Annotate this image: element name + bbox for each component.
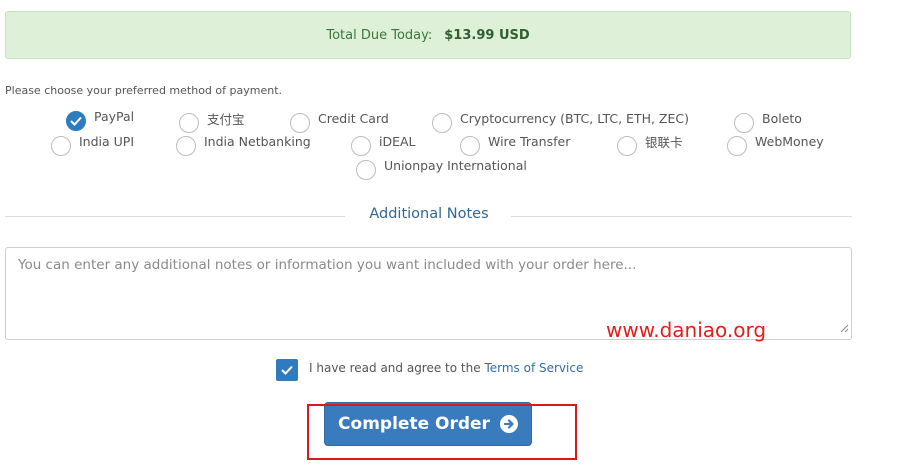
tos-checkbox[interactable]: [276, 359, 298, 381]
resize-grip-icon[interactable]: [839, 321, 849, 337]
payment-option-label: India UPI: [79, 133, 135, 149]
payment-option-alipay[interactable]: 支付宝: [179, 112, 245, 133]
notes-placeholder: You can enter any additional notes or in…: [18, 257, 637, 273]
radio-unchecked-icon: [51, 136, 71, 156]
radio-unchecked-icon: [727, 136, 747, 156]
payment-option-cryptocurrency[interactable]: Cryptocurrency (BTC, LTC, ETH, ZEC): [432, 110, 689, 133]
radio-unchecked-icon: [460, 136, 480, 156]
radio-checked-icon: [66, 111, 86, 131]
radio-unchecked-icon: [617, 136, 637, 156]
total-due-label: Total Due Today:: [326, 27, 433, 43]
payment-option-wire-transfer[interactable]: Wire Transfer: [460, 133, 571, 156]
payment-option-ideal[interactable]: iDEAL: [351, 133, 416, 156]
radio-unchecked-icon: [179, 113, 199, 133]
radio-unchecked-icon: [290, 113, 310, 133]
payment-option-label: 银联卡: [645, 134, 683, 150]
payment-option-india-upi[interactable]: India UPI: [51, 133, 135, 156]
radio-unchecked-icon: [176, 136, 196, 156]
payment-option-boleto[interactable]: Boleto: [734, 110, 802, 133]
additional-notes-title: Additional Notes: [369, 206, 489, 222]
radio-unchecked-icon: [734, 113, 754, 133]
payment-option-unionpay-card[interactable]: 银联卡: [617, 135, 683, 156]
payment-option-label: WebMoney: [755, 133, 824, 149]
tos-agreement: I have read and agree to the Terms of Se…: [309, 361, 583, 375]
payment-option-label: Unionpay International: [384, 157, 527, 173]
payment-option-label: Credit Card: [318, 110, 389, 126]
payment-option-label: 支付宝: [207, 111, 245, 127]
payment-option-unionpay-international[interactable]: Unionpay International: [356, 157, 527, 180]
payment-option-label: India Netbanking: [204, 133, 311, 149]
payment-option-label: PayPal: [94, 108, 135, 124]
terms-of-service-link[interactable]: Terms of Service: [484, 361, 583, 375]
total-due-amount: $13.99 USD: [444, 27, 530, 43]
highlight-frame: [307, 404, 577, 460]
payment-option-india-netbanking[interactable]: India Netbanking: [176, 133, 311, 156]
total-due-banner: Total Due Today: $13.99 USD: [5, 11, 851, 59]
watermark-text: www.daniao.org: [606, 318, 767, 342]
payment-method-prompt: Please choose your preferred method of p…: [5, 84, 282, 97]
payment-option-label: Cryptocurrency (BTC, LTC, ETH, ZEC): [460, 110, 689, 126]
payment-option-label: Wire Transfer: [488, 133, 571, 149]
radio-unchecked-icon: [351, 136, 371, 156]
payment-option-label: iDEAL: [379, 133, 416, 149]
payment-option-credit-card[interactable]: Credit Card: [290, 110, 389, 133]
tos-text: I have read and agree to the: [309, 361, 481, 375]
payment-option-paypal[interactable]: PayPal: [66, 108, 135, 131]
payment-option-webmoney[interactable]: WebMoney: [727, 133, 824, 156]
radio-unchecked-icon: [356, 160, 376, 180]
checkmark-icon: [281, 365, 293, 375]
radio-unchecked-icon: [432, 113, 452, 133]
payment-option-label: Boleto: [762, 110, 802, 126]
